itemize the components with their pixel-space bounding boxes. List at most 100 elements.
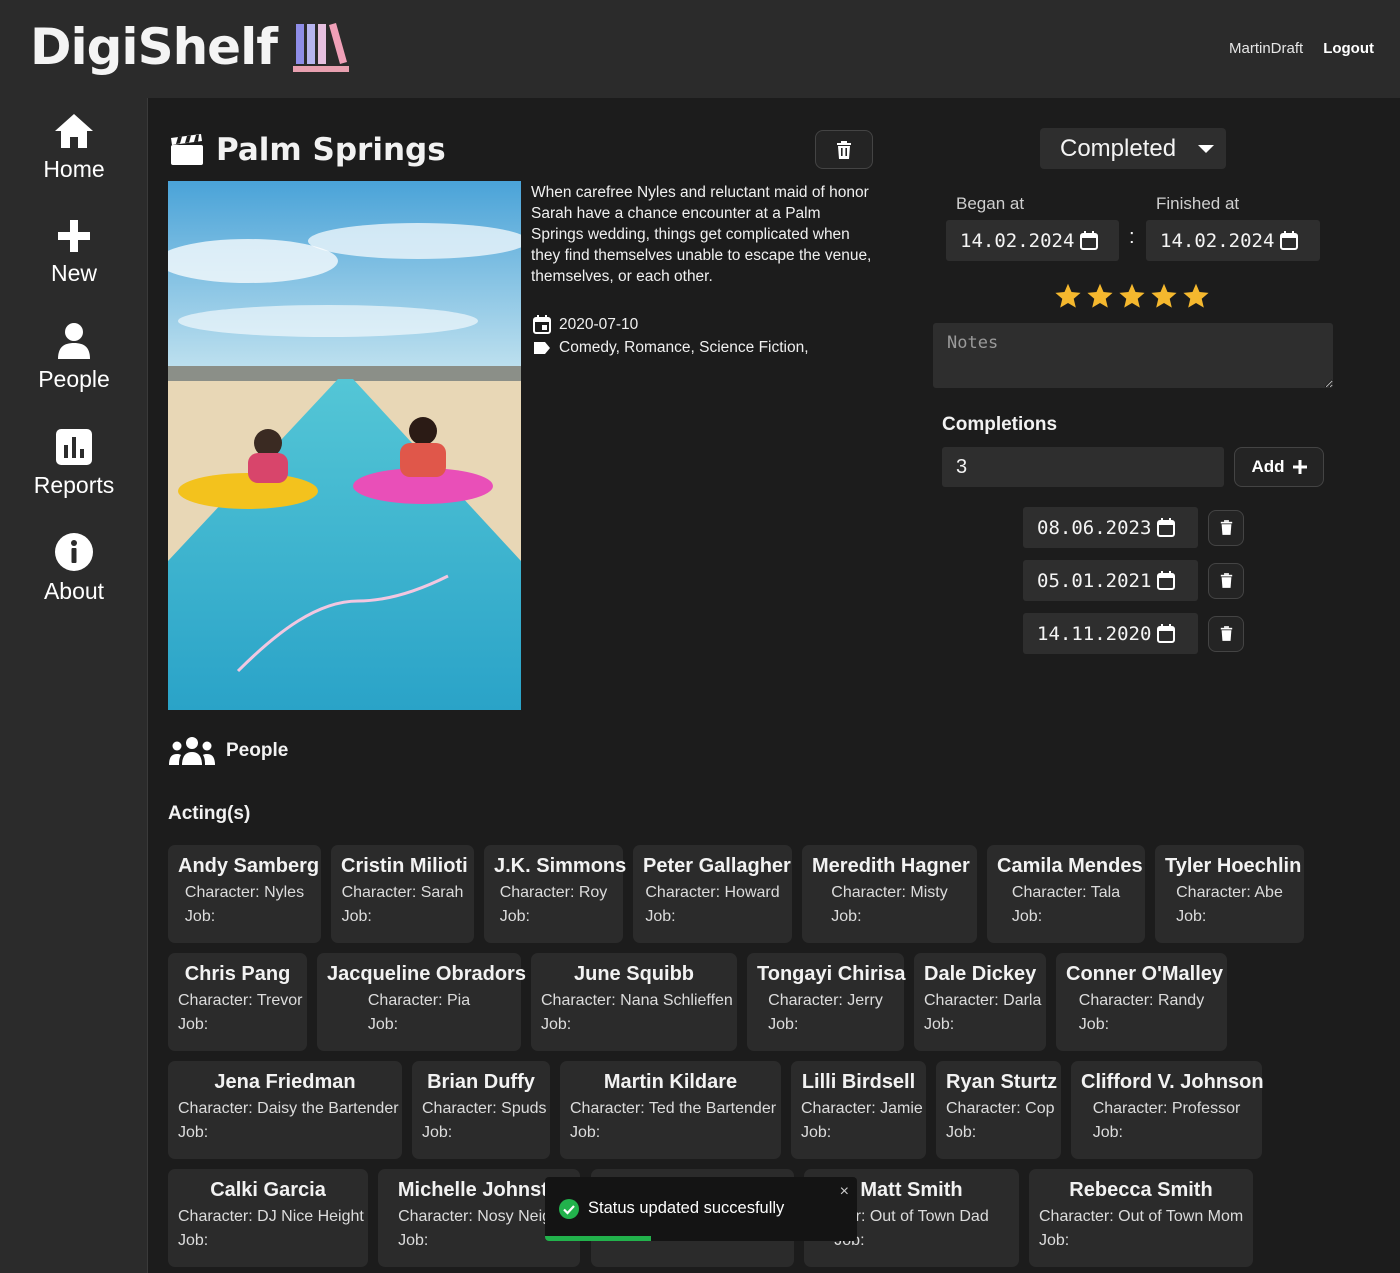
brand[interactable]: DigiShelf — [30, 18, 349, 76]
cast-job: Job: — [422, 1124, 453, 1141]
completions-count-field[interactable]: 3 — [942, 447, 1224, 487]
sidebar-item-home[interactable]: Home — [0, 112, 148, 183]
cast-character: Character: Trevor — [178, 992, 303, 1009]
cast-card[interactable]: Camila Mendes Character: Tala Job: — [987, 845, 1145, 943]
cast-card[interactable]: Dale Dickey Character: Darla Job: — [914, 953, 1046, 1051]
cast-name: June Squibb — [574, 963, 694, 985]
sidebar-item-reports[interactable]: Reports — [0, 428, 148, 499]
movie-description: When carefree Nyles and reluctant maid o… — [531, 184, 872, 285]
sidebar-item-new[interactable]: New — [0, 218, 148, 287]
delete-completion-button[interactable] — [1208, 509, 1244, 546]
cast-job: Job: — [398, 1232, 429, 1249]
cast-name: Calki Garcia — [210, 1179, 326, 1201]
began-date-value: 14.02.2024 — [960, 229, 1075, 252]
cast-card[interactable]: Martin Kildare Character: Ted the Bartend… — [560, 1061, 781, 1159]
cast-character: Character: Jamie — [801, 1100, 923, 1117]
sidebar-item-people[interactable]: People — [0, 322, 148, 393]
cast-name: Michelle Johnsto — [397, 1179, 561, 1201]
calendar-icon[interactable] — [1157, 571, 1176, 590]
completion-date-field[interactable]: 05.01.2021 — [1023, 560, 1198, 601]
add-completion-button[interactable]: Add — [1234, 447, 1324, 487]
cast-card[interactable]: Jacqueline Obradors Character: Pia Job: — [317, 953, 526, 1051]
chart-icon — [56, 429, 92, 465]
cast-job: Job: — [924, 1016, 955, 1033]
cast-card[interactable]: Meredith Hagner Character: Misty Job: — [802, 845, 977, 943]
cast-name: Clifford V. Johnson — [1081, 1071, 1264, 1093]
calendar-icon[interactable] — [1080, 231, 1099, 250]
calendar-icon[interactable] — [1157, 518, 1176, 537]
chevron-down-icon — [1198, 145, 1214, 153]
trash-icon — [1220, 573, 1232, 588]
cast-job: Job: — [834, 1232, 988, 1250]
sidebar-item-about[interactable]: About — [0, 532, 148, 605]
cast-character: Character: Jerry — [768, 992, 883, 1009]
star-icon[interactable] — [1118, 282, 1146, 310]
cast-card[interactable]: Clifford V. Johnson Character: Professor J… — [1071, 1061, 1264, 1159]
finished-date-field[interactable]: 14.02.2024 — [1146, 220, 1320, 261]
release-date: 2020-07-10 — [559, 315, 639, 333]
logout-link[interactable]: Logout — [1323, 40, 1374, 57]
cast-character: cter: Out of Town Dad — [834, 1208, 989, 1225]
cast-card[interactable]: Cristin Milioti Character: Sarah Job: — [331, 845, 474, 943]
calendar-icon[interactable] — [1280, 231, 1299, 250]
cast-character: Character: Out of Town Mom — [1039, 1208, 1244, 1225]
began-date-field[interactable]: 14.02.2024 — [946, 220, 1119, 261]
cast-character: Character: Nana Schlieffen — [541, 992, 733, 1009]
cast-card[interactable]: Calki Garcia Character: DJ Nice Height Job… — [168, 1169, 368, 1267]
completion-date-field[interactable]: 14.11.2020 — [1023, 613, 1198, 654]
close-icon[interactable]: × — [840, 1183, 849, 1201]
people-group-icon — [169, 737, 215, 765]
completion-date: 05.01.2021 — [1037, 569, 1152, 592]
cast-job: Job: — [178, 1124, 209, 1141]
cast-name: Tyler Hoechlin — [1165, 855, 1302, 877]
delete-completion-button[interactable] — [1208, 615, 1244, 652]
cast-name: Ryan Sturtz — [946, 1071, 1058, 1093]
username-link[interactable]: MartinDraft — [1229, 40, 1303, 57]
began-label: Began at — [956, 194, 1025, 213]
star-icon[interactable] — [1086, 282, 1114, 310]
cast-card[interactable]: J.K. Simmons Character: Roy Job: — [484, 845, 627, 943]
cast-card[interactable]: Peter Gallagher Character: Howard Job: — [633, 845, 792, 943]
cast-card[interactable]: Rebecca Smith Character: Out of Town Mom J… — [1029, 1169, 1253, 1267]
info-icon — [55, 533, 93, 571]
notes-field[interactable] — [933, 323, 1333, 388]
cast-card[interactable]: Lilli Birdsell Character: Jamie Job: — [791, 1061, 926, 1159]
acting-heading: Acting(s) — [168, 803, 251, 824]
delete-movie-button[interactable] — [815, 130, 873, 169]
star-icon[interactable] — [1054, 282, 1082, 310]
status-select[interactable]: Completed — [1040, 128, 1226, 169]
cast-job: Job: — [1078, 1016, 1110, 1033]
toast-notification: Status updated succesfully × — [545, 1177, 857, 1241]
cast-card[interactable]: Conner O'Malley Character: Randy Job: — [1056, 953, 1227, 1051]
home-icon — [55, 114, 93, 148]
cast-card[interactable]: June Squibb Character: Nana Schlieffen Job… — [531, 953, 737, 1051]
completion-row: 08.06.2023 — [1023, 507, 1244, 548]
finished-date-value: 14.02.2024 — [1160, 229, 1275, 252]
cast-card[interactable]: Brian Duffy Character: Spuds Job: — [412, 1061, 550, 1159]
sidebar-item-label: About — [43, 578, 105, 604]
calendar-icon — [533, 315, 551, 334]
cast-character: Character: Pia — [367, 992, 471, 1009]
cast-name: Meredith Hagner — [812, 855, 970, 877]
cast-card[interactable]: Andy Samberg Character: Nyles Job: — [168, 845, 321, 943]
cast-card[interactable]: Jena Friedman Character: Daisy the Barten… — [168, 1061, 402, 1159]
delete-completion-button[interactable] — [1208, 562, 1244, 599]
cast-job: Job: — [178, 1232, 209, 1249]
calendar-icon[interactable] — [1157, 624, 1176, 643]
star-icon[interactable] — [1182, 282, 1210, 310]
people-heading-label: People — [226, 740, 289, 761]
cast-card[interactable]: Tyler Hoechlin Character: Abe Job: — [1155, 845, 1304, 943]
cast-job: Job: — [645, 908, 676, 925]
completion-date-field[interactable]: 08.06.2023 — [1023, 507, 1198, 548]
cast-card[interactable]: Ryan Sturtz Character: Cop Job: — [936, 1061, 1061, 1159]
cast-card[interactable]: Tongayi Chirisa Character: Jerry Job: — [747, 953, 906, 1051]
genres: Comedy, Romance, Science Fiction, — [559, 339, 809, 356]
cast-name: J.K. Simmons — [494, 855, 627, 877]
star-icon[interactable] — [1150, 282, 1178, 310]
cast-character: Character: Randy — [1078, 992, 1205, 1009]
clapperboard-icon — [171, 134, 203, 165]
movie-poster — [168, 181, 521, 710]
cast-job: Job: — [570, 1124, 601, 1141]
tag-icon — [534, 342, 550, 354]
cast-card[interactable]: Chris Pang Character: Trevor Job: — [168, 953, 307, 1051]
